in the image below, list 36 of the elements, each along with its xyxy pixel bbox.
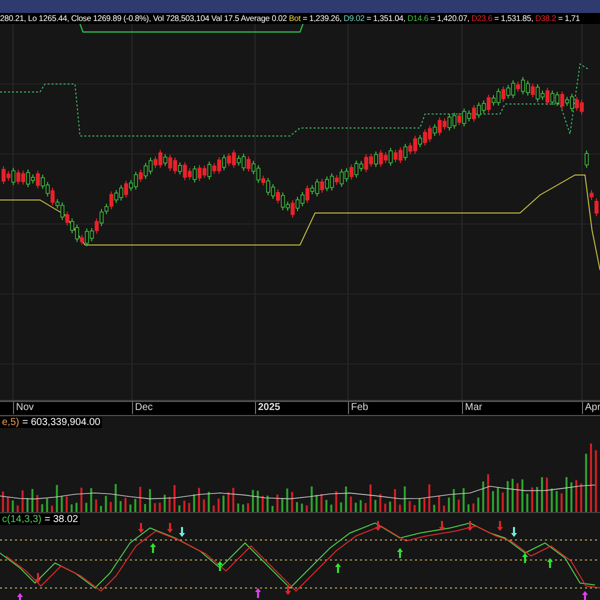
quote-text: 280.21, Lo 1265.44, Close 1269.89 (-0.8%), Vol 728,503,104 Val 17.5 Average 0.02 [0,14,287,23]
up-arrow-icon [150,543,156,553]
date-label: Apr [582,402,600,414]
level-label: D14.6 [407,14,428,23]
level-value: = 1,351.04, [366,14,406,23]
level-value: = 1,531.85, [494,14,534,23]
indicator-value: = 38.02 [44,514,78,525]
date-label: Nov [13,402,34,414]
down-arrow-icon [439,521,445,531]
level-label: D9.02 [344,14,364,23]
level-label: Bot [288,14,301,23]
level-value: = 1,239.26, [302,14,342,23]
indicator-value: = 603,339,904.00 [22,417,100,428]
indicator-name: e,5) [2,417,20,428]
level-label: D38.2 [535,14,556,23]
up-arrow-icon [397,548,403,558]
indicator-name: c(14,3,3) [2,514,42,525]
up-arrow-icon [17,593,23,600]
date-label: Dec [132,402,153,414]
up-arrow-icon [255,588,261,598]
down-arrow-icon [138,523,144,533]
up-arrow-icon [335,563,341,573]
up-arrow-icon [547,558,553,568]
down-arrow-icon [467,521,473,531]
level-value: = 1,71 [558,14,580,23]
down-arrow-icon [35,573,41,583]
date-label: 2025 [255,402,280,414]
date-label: Mar [462,402,482,414]
down-arrow-icon [375,521,381,531]
date-label: Feb [348,402,368,414]
level-value: = 1,420.07, [430,14,470,23]
up-arrow-icon [522,553,528,563]
down-arrow-icon [285,585,291,595]
level-label: D23.6 [471,14,492,23]
up-arrow-icon [582,591,588,600]
up-arrow-icon [217,561,223,571]
